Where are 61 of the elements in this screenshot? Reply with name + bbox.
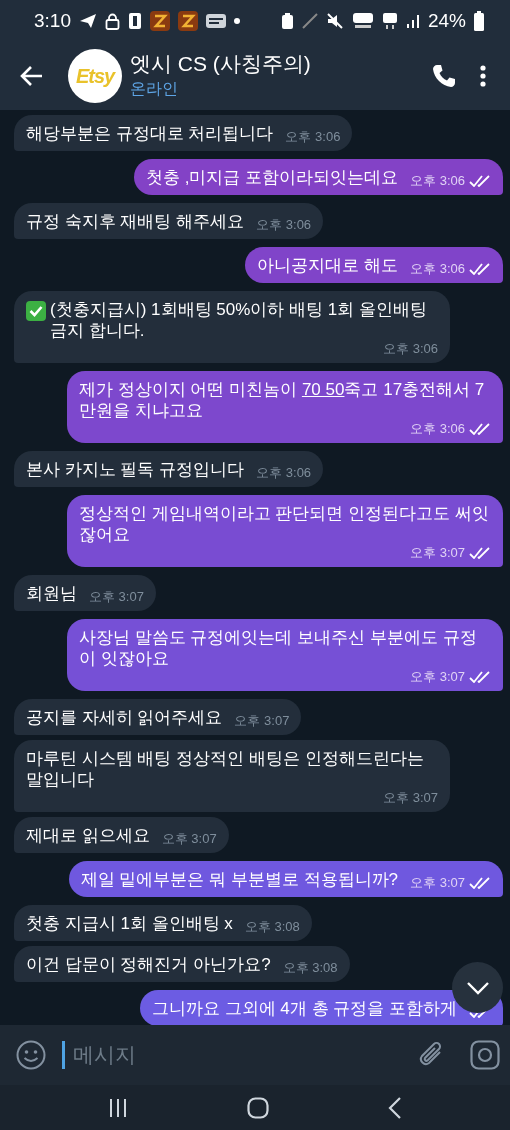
message-time: 오후 3:06 <box>410 261 465 276</box>
message-time: 오후 3:07 <box>89 589 144 604</box>
message-text: 마루틴 시스템 배팅 정상적인 배팅은 인정해드린다는 말입니다 <box>26 748 425 790</box>
camera-button[interactable] <box>470 1040 500 1070</box>
checkbox-icon <box>26 301 46 321</box>
send-icon <box>79 13 97 29</box>
app-icon <box>150 11 170 31</box>
message-text: 본사 카지노 필독 규정입니다 <box>26 459 245 480</box>
dot-icon <box>234 18 240 24</box>
message-time: 오후 3:07 <box>410 545 465 560</box>
chevron-down-icon[interactable] <box>465 980 490 995</box>
message-time: 오후 3:06 <box>256 217 312 232</box>
chat-title: 엣시 CS (사칭주의) <box>130 51 311 77</box>
text-cursor <box>62 1041 65 1069</box>
battery-icon <box>474 11 484 31</box>
message-text: (첫충지급시) 1회배팅 50%이하 배팅 1회 올인배팅 금지 합니다. <box>50 299 428 341</box>
message-composer[interactable]: 메시지 <box>0 1025 510 1085</box>
message-time: 오후 3:07 <box>410 875 465 890</box>
message-time: 오후 3:06 <box>410 421 465 436</box>
recent-apps-button[interactable] <box>107 1097 128 1118</box>
app-icon <box>128 12 142 30</box>
message-time: 오후 3:07 <box>383 790 438 805</box>
back-button[interactable] <box>20 65 44 87</box>
message-text: 사장님 말씀도 규정에잇는데 보내주신 부분에도 규정이 잇잖아요 <box>79 627 478 669</box>
message-time: 오후 3:08 <box>282 960 338 975</box>
message-text: 제대로 읽으세요 <box>26 825 150 846</box>
message-text: 아니공지대로 해도 <box>257 255 399 276</box>
clock-time: 3:10 <box>34 8 71 33</box>
message-text: 첫충 ,미지급 포함이라되잇는데요 <box>145 167 399 188</box>
app-icon <box>206 13 226 29</box>
online-status: 온라인 <box>130 78 179 99</box>
message-time: 오후 3:07 <box>161 831 217 846</box>
message-text: 첫충 지급시 1회 올인배팅 x <box>26 913 233 934</box>
message-time: 오후 3:06 <box>410 173 465 188</box>
message-text: 공지를 자세히 읽어주세요 <box>26 707 223 728</box>
message-text: 정상적인 게임내역이라고 판단되면 인정된다고도 써잇잖어요 <box>79 503 490 545</box>
contact-avatar: Etsy <box>68 49 122 103</box>
call-button[interactable] <box>432 64 456 88</box>
message-text: 제가 정상이지 어떤 미친놈이 70 50죽고 17충전해서 7만원을 치냐고요 <box>79 379 486 421</box>
message-text: 회원님 <box>26 583 77 604</box>
battery-percent: 24% <box>427 8 466 33</box>
mute-icon <box>325 12 344 30</box>
message-time: 오후 3:07 <box>410 669 465 684</box>
emoji-button[interactable] <box>16 1040 46 1070</box>
more-menu-button[interactable] <box>480 65 486 87</box>
message-link[interactable]: 70 50 <box>301 380 345 399</box>
app-icon <box>178 11 198 31</box>
message-text: 규정 숙지후 재배팅 해주세요 <box>26 211 245 232</box>
home-button[interactable] <box>247 1096 269 1119</box>
message-time: 오후 3:08 <box>244 919 300 934</box>
message-text: 그니까요 그외에 4개 총 규정을 포함하게 <box>151 998 457 1019</box>
message-time: 오후 3:07 <box>234 713 290 728</box>
signal-icon <box>405 13 420 29</box>
message-text: 제일 밑에부분은 뭐 부분별로 적용됩니까? <box>80 869 399 890</box>
lock-icon <box>105 12 120 30</box>
message-time: 오후 3:06 <box>285 129 341 144</box>
message-time: 오후 3:06 <box>256 465 312 480</box>
message-text: 이건 답문이 정해진거 아닌가요? <box>26 954 271 975</box>
message-text: 해당부분은 규정대로 처리됩니다 <box>26 123 274 144</box>
message-time: 오후 3:06 <box>383 341 438 356</box>
back-nav-button[interactable] <box>388 1096 403 1119</box>
